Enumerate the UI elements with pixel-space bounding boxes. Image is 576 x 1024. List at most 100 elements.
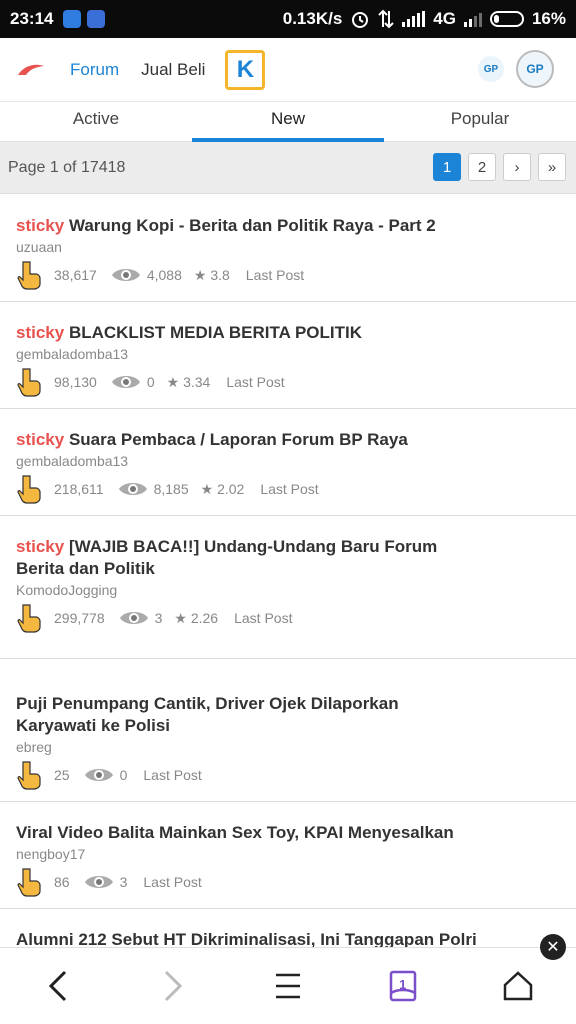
battery-icon: [489, 11, 524, 27]
thread-author[interactable]: nengboy17: [16, 846, 560, 862]
status-time: 23:14: [10, 9, 54, 28]
thread-row[interactable]: Puji Penumpang Cantik, Driver Ojek Dilap…: [0, 659, 576, 802]
hand-icon: [17, 261, 41, 290]
reply-count: 218,611: [54, 481, 104, 497]
thread-title-text: Warung Kopi - Berita dan Politik Raya - …: [68, 216, 436, 235]
thread-row[interactable]: sticky Suara Pembaca / Laporan Forum BP …: [0, 409, 576, 516]
page-1-button[interactable]: 1: [433, 153, 461, 181]
last-post-link[interactable]: Last Post: [143, 874, 201, 890]
thread-title-text: Puji Penumpang Cantik, Driver Ojek Dilap…: [16, 694, 399, 735]
thread-author[interactable]: gembaladomba13: [16, 346, 560, 362]
view-count: 0: [146, 374, 155, 390]
thread-row[interactable]: Alumni 212 Sebut HT Dikriminalisasi, Ini…: [0, 909, 576, 947]
tab-active[interactable]: Active: [0, 102, 192, 141]
thread-title-text: BLACKLIST MEDIA BERITA POLITIK: [68, 323, 363, 342]
view-count: 0: [119, 767, 128, 783]
thread-rating: ★ 2.26: [174, 609, 219, 626]
thread-rating: ★ 2.02: [200, 480, 245, 497]
sticky-label: sticky: [16, 323, 65, 342]
thread-title[interactable]: sticky [WAJIB BACA!!] Undang-Undang Baru…: [16, 536, 560, 580]
view-count: 3: [119, 874, 128, 890]
thread-title[interactable]: sticky Warung Kopi - Berita dan Politik …: [16, 215, 560, 237]
reply-count: 86: [54, 874, 70, 890]
reply-count: 25: [54, 767, 70, 783]
nav-jual-beli-link[interactable]: Jual Beli: [141, 60, 205, 80]
gp-small-icon[interactable]: GP: [478, 56, 504, 82]
last-post-link[interactable]: Last Post: [246, 267, 304, 283]
back-button[interactable]: [38, 966, 78, 1006]
thread-row[interactable]: sticky BLACKLIST MEDIA BERITA POLITIK gem…: [0, 302, 576, 409]
kaskus-logo-icon[interactable]: [16, 63, 46, 77]
eye-icon: [111, 269, 140, 281]
k-logo-button[interactable]: K: [225, 49, 266, 90]
menu-button[interactable]: [268, 966, 308, 1006]
reply-count: 98,130: [54, 374, 97, 390]
eye-icon: [119, 612, 148, 624]
thread-title[interactable]: sticky BLACKLIST MEDIA BERITA POLITIK: [16, 322, 560, 344]
last-post-link[interactable]: Last Post: [143, 767, 201, 783]
gp-small-text: GP: [483, 63, 499, 75]
sticky-label: sticky: [16, 216, 65, 235]
back-icon: [48, 970, 66, 1002]
view-count: 4,088: [146, 267, 182, 283]
app-notification-icon: [87, 10, 106, 28]
tab-count: 1: [399, 977, 407, 992]
thread-author[interactable]: KomodoJogging: [16, 582, 560, 598]
forward-icon: [164, 970, 182, 1002]
reply-count: 38,617: [54, 267, 97, 283]
tabs-button[interactable]: 1: [383, 966, 423, 1006]
tab-new[interactable]: New: [192, 102, 384, 142]
page-indicator: Page 1 of 17418: [8, 158, 126, 176]
signal-icon: [402, 11, 426, 27]
nav-forum-link[interactable]: Forum: [70, 60, 119, 80]
thread-meta: 25 0 Last Post: [16, 761, 560, 790]
home-button[interactable]: [498, 966, 538, 1006]
k-logo-text: K: [236, 55, 255, 83]
last-post-link[interactable]: Last Post: [234, 610, 292, 626]
close-icon[interactable]: ✕: [540, 934, 566, 960]
thread-title-text: Alumni 212 Sebut HT Dikriminalisasi, Ini…: [16, 930, 477, 947]
tab-popular[interactable]: Popular: [384, 102, 576, 141]
data-transfer-icon: [378, 9, 394, 29]
thread-title[interactable]: sticky Suara Pembaca / Laporan Forum BP …: [16, 429, 560, 451]
pagination-bar: Page 1 of 17418 1 2 › »: [0, 142, 576, 194]
last-post-link[interactable]: Last Post: [260, 481, 318, 497]
eye-icon: [84, 769, 113, 781]
next-page-button[interactable]: ›: [503, 153, 531, 181]
thread-author[interactable]: ebreg: [16, 739, 560, 755]
forward-button[interactable]: [153, 966, 193, 1006]
thread-meta: 98,130 0 ★ 3.34 Last Post: [16, 368, 560, 397]
eye-icon: [118, 483, 147, 495]
thread-list: sticky Warung Kopi - Berita dan Politik …: [0, 195, 576, 947]
thread-title-text: [WAJIB BACA!!] Undang-Undang Baru Forum …: [16, 537, 438, 578]
top-nav: Forum Jual Beli K GP GP: [0, 38, 576, 102]
view-count: 3: [154, 610, 163, 626]
messenger-icon: [63, 10, 82, 28]
thread-title[interactable]: Alumni 212 Sebut HT Dikriminalisasi, Ini…: [16, 929, 560, 947]
thread-rating: ★ 3.8: [193, 266, 230, 283]
page-2-button[interactable]: 2: [468, 153, 496, 181]
thread-row[interactable]: sticky Warung Kopi - Berita dan Politik …: [0, 195, 576, 302]
thread-rating: ★ 3.34: [166, 373, 211, 390]
gp-avatar-text: GP: [526, 62, 544, 76]
thread-author[interactable]: uzuaan: [16, 239, 560, 255]
hand-icon: [17, 604, 41, 633]
menu-icon: [275, 973, 300, 999]
hand-icon: [17, 475, 41, 504]
battery-level: 16%: [531, 9, 566, 28]
last-page-button[interactable]: »: [538, 153, 566, 181]
thread-title[interactable]: Puji Penumpang Cantik, Driver Ojek Dilap…: [16, 693, 560, 737]
hand-icon: [17, 368, 41, 397]
thread-title[interactable]: Viral Video Balita Mainkan Sex Toy, KPAI…: [16, 822, 560, 844]
gp-avatar-icon[interactable]: GP: [516, 50, 554, 88]
thread-author[interactable]: gembaladomba13: [16, 453, 560, 469]
thread-row[interactable]: sticky [WAJIB BACA!!] Undang-Undang Baru…: [0, 516, 576, 659]
hand-icon: [17, 868, 41, 897]
sticky-label: sticky: [16, 430, 65, 449]
thread-title-text: Suara Pembaca / Laporan Forum BP Raya: [68, 430, 408, 449]
tab-bar: Active New Popular: [0, 102, 576, 142]
thread-meta: 218,611 8,185 ★ 2.02 Last Post: [16, 475, 560, 504]
thread-row[interactable]: Viral Video Balita Mainkan Sex Toy, KPAI…: [0, 802, 576, 909]
last-post-link[interactable]: Last Post: [226, 374, 284, 390]
thread-meta: 38,617 4,088 ★ 3.8 Last Post: [16, 261, 560, 290]
